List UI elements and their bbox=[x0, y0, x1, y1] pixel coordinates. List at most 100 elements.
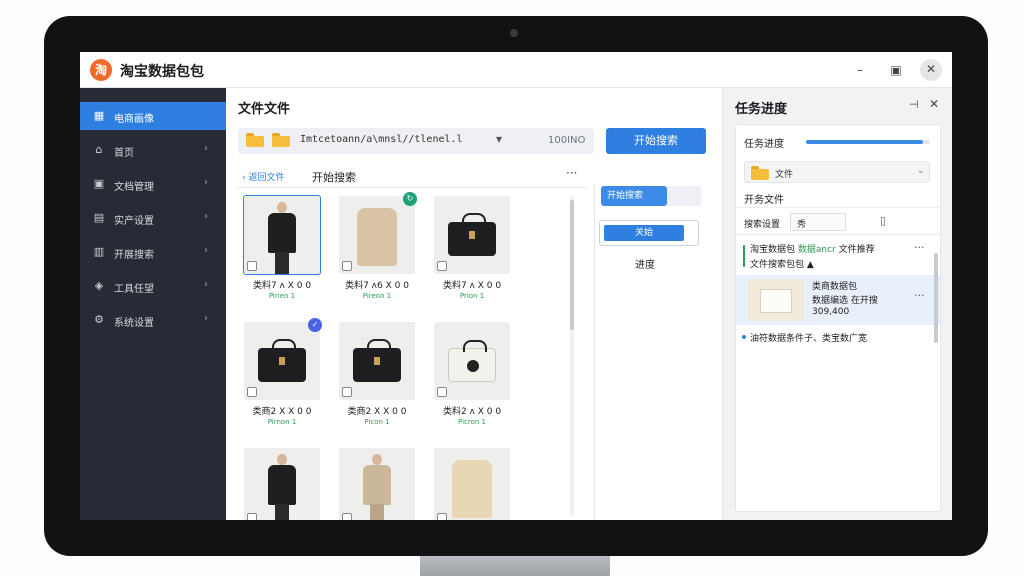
product-caption: 类料7 ʌ6 X 0 0 bbox=[345, 281, 409, 291]
monitor-stand bbox=[420, 556, 610, 576]
sidebar-item-ecommerce[interactable]: ▦ 电商画像 bbox=[80, 102, 226, 130]
task-progress-panel: 任务进度 ⊣ ✕ 任务进度 文件 ⌄ 开务文件 搜索设置 秀 ▯ 淘宝数据包 数… bbox=[722, 88, 952, 520]
product-caption: 类料2 ʌ X 0 0 bbox=[442, 407, 502, 417]
back-link[interactable]: ‹ 返回文件 bbox=[242, 170, 284, 183]
product-thumbnail bbox=[434, 322, 510, 400]
sidebar-item-search[interactable]: ▥ 开展搜索 › bbox=[80, 238, 226, 266]
product-status: Pirnon 1 bbox=[267, 418, 297, 426]
sidebar-item-label: 系统设置 bbox=[114, 318, 154, 329]
sidebar-item-tools[interactable]: ◈ 工具任望 › bbox=[80, 272, 226, 300]
monitor-scene: 淘 淘宝数据包包 – ▣ ✕ ▦ 电商画像 ⌂ 首页 › ▣ 文档管理 › ▤ bbox=[0, 0, 1024, 576]
chevron-right-icon: › bbox=[204, 313, 208, 324]
task-item-subtitle: 文件搜索包包 ▲ bbox=[750, 260, 814, 270]
task-item-title: 油符数据条件子、类宝数广宽 bbox=[750, 334, 868, 344]
task-progress-fill bbox=[806, 140, 923, 144]
product-card[interactable]: 类料7 ʌ X 0 0 Prion 1 bbox=[430, 192, 514, 310]
task-files-heading: 开务文件 bbox=[744, 195, 784, 206]
grid-icon: ▦ bbox=[93, 109, 105, 122]
path-input[interactable]: Imtcetoann/a\mnsl//tlenel.l bbox=[300, 134, 463, 145]
app-title: 淘宝数据包包 bbox=[120, 64, 204, 80]
task-item[interactable]: 油符数据条件子、类宝数广宽 bbox=[736, 329, 940, 349]
close-button[interactable]: ✕ bbox=[920, 59, 942, 81]
chevron-right-icon: › bbox=[204, 279, 208, 290]
sync-badge-icon: ↻ bbox=[403, 192, 417, 206]
product-card[interactable] bbox=[240, 444, 324, 520]
task-item[interactable]: 类商数据包 数据编选 在开搜 309,400 ··· bbox=[736, 275, 940, 325]
chevron-right-icon: › bbox=[204, 211, 208, 222]
maximize-button[interactable]: ▣ bbox=[886, 60, 906, 80]
chevron-down-icon[interactable]: ▾ bbox=[496, 132, 502, 146]
task-list: 淘宝数据包 数据ancr 文件推荐 文件搜索包包 ▲ ··· 类商数据包 数据编… bbox=[736, 239, 940, 379]
product-card[interactable]: ✓ 类商2 X X 0 0 Pirnon 1 bbox=[240, 318, 324, 436]
sidebar-item-label: 开展搜索 bbox=[114, 250, 154, 261]
product-caption: 类料7 ʌ X 0 0 bbox=[442, 281, 502, 291]
layers-icon: ◈ bbox=[94, 279, 104, 292]
search-controls: 开始搜索 关始 进度 bbox=[594, 184, 722, 520]
product-card[interactable]: 类商2 X X 0 0 Picon 1 bbox=[335, 318, 419, 436]
gear-icon: ⚙ bbox=[94, 313, 104, 326]
sidebar-item-system[interactable]: ⚙ 系统设置 › bbox=[80, 306, 226, 334]
panel-close-icon[interactable]: ✕ bbox=[929, 97, 939, 111]
document-icon: ▣ bbox=[93, 177, 105, 190]
product-card[interactable]: 类料2 ʌ X 0 0 Picron 1 bbox=[430, 318, 514, 436]
product-caption: 类商2 X X 0 0 bbox=[252, 407, 312, 417]
product-card[interactable] bbox=[335, 444, 419, 520]
run-button[interactable]: 关始 bbox=[604, 225, 684, 241]
product-card[interactable]: ↻ 类料7 ʌ6 X 0 0 Pireon 1 bbox=[335, 192, 419, 310]
product-thumbnail bbox=[243, 195, 321, 275]
product-status: Picon 1 bbox=[364, 418, 390, 426]
product-grid: 类料7 ʌ X 0 0 Pirien 1 ↻ 类料7 ʌ6 X 0 0 Pire… bbox=[236, 192, 580, 520]
check-badge-icon: ✓ bbox=[308, 318, 322, 332]
progress-label: 进度 bbox=[635, 260, 655, 271]
product-thumbnail bbox=[434, 196, 510, 274]
task-item-subtitle: 数据编选 在开搜 bbox=[812, 296, 878, 306]
task-item[interactable]: 淘宝数据包 数据ancr 文件推荐 文件搜索包包 ▲ ··· bbox=[736, 239, 940, 275]
results-title: 开始搜索 bbox=[312, 171, 356, 184]
chevron-right-icon: › bbox=[204, 245, 208, 256]
task-list-scrollbar[interactable] bbox=[934, 253, 938, 343]
sidebar-item-label: 文档管理 bbox=[114, 182, 154, 193]
product-card[interactable] bbox=[430, 444, 514, 520]
folder-icon bbox=[246, 133, 264, 147]
sidebar-item-label: 首页 bbox=[114, 148, 134, 159]
sidebar-item-settings[interactable]: ▤ 实产设置 › bbox=[80, 204, 226, 232]
product-thumbnail bbox=[339, 322, 415, 400]
product-thumbnail bbox=[244, 322, 320, 400]
status-indicator bbox=[743, 245, 745, 267]
folder-select[interactable]: 文件 ⌄ bbox=[744, 161, 930, 183]
chevron-down-icon: ⌄ bbox=[917, 166, 925, 176]
filter-row: 搜索设置 秀 ▯ bbox=[736, 207, 940, 235]
sidebar-item-label: 工具任望 bbox=[114, 284, 154, 295]
run-button-frame[interactable]: 关始 bbox=[599, 220, 699, 246]
product-status: Prion 1 bbox=[459, 292, 485, 300]
more-icon[interactable]: ··· bbox=[914, 289, 925, 302]
task-progress-label: 任务进度 bbox=[744, 139, 784, 150]
file-panel: 文件文件 Imtcetoann/a\mnsl//tlenel.l ▾ 100IN… bbox=[226, 88, 722, 520]
start-search-progress[interactable]: 开始搜索 bbox=[601, 186, 701, 206]
minimize-button[interactable]: – bbox=[850, 60, 870, 80]
grid-scrollbar-thumb[interactable] bbox=[570, 200, 574, 330]
product-caption: 类商2 X X 0 0 bbox=[347, 407, 407, 417]
filter-input[interactable]: 秀 bbox=[790, 213, 846, 231]
path-bar[interactable]: Imtcetoann/a\mnsl//tlenel.l ▾ 100INO bbox=[238, 128, 594, 154]
filter-label: 搜索设置 bbox=[744, 220, 781, 230]
panel-icon: ▥ bbox=[93, 245, 105, 258]
product-card[interactable]: 类料7 ʌ X 0 0 Pirien 1 bbox=[240, 192, 324, 310]
document-icon[interactable]: ▯ bbox=[880, 214, 886, 227]
app-logo-icon: 淘 bbox=[90, 59, 112, 81]
folder-icon bbox=[751, 166, 769, 180]
panel-title: 任务进度 bbox=[735, 102, 788, 117]
task-item-title: 淘宝数据包 数据ancr 文件推荐 bbox=[750, 245, 875, 255]
sidebar-item-home[interactable]: ⌂ 首页 › bbox=[80, 136, 226, 164]
sidebar-item-documents[interactable]: ▣ 文档管理 › bbox=[80, 170, 226, 198]
more-icon[interactable]: ··· bbox=[566, 166, 577, 180]
sidebar-item-label: 实产设置 bbox=[114, 216, 154, 227]
database-icon: ▤ bbox=[93, 211, 105, 224]
home-icon: ⌂ bbox=[95, 143, 103, 156]
product-status: Pirien 1 bbox=[268, 292, 296, 300]
chevron-right-icon: › bbox=[204, 177, 208, 188]
more-icon[interactable]: ··· bbox=[914, 241, 925, 254]
folder-home-icon bbox=[272, 133, 290, 147]
start-search-button[interactable]: 开始搜索 bbox=[606, 128, 706, 154]
pin-icon[interactable]: ⊣ bbox=[909, 98, 919, 111]
